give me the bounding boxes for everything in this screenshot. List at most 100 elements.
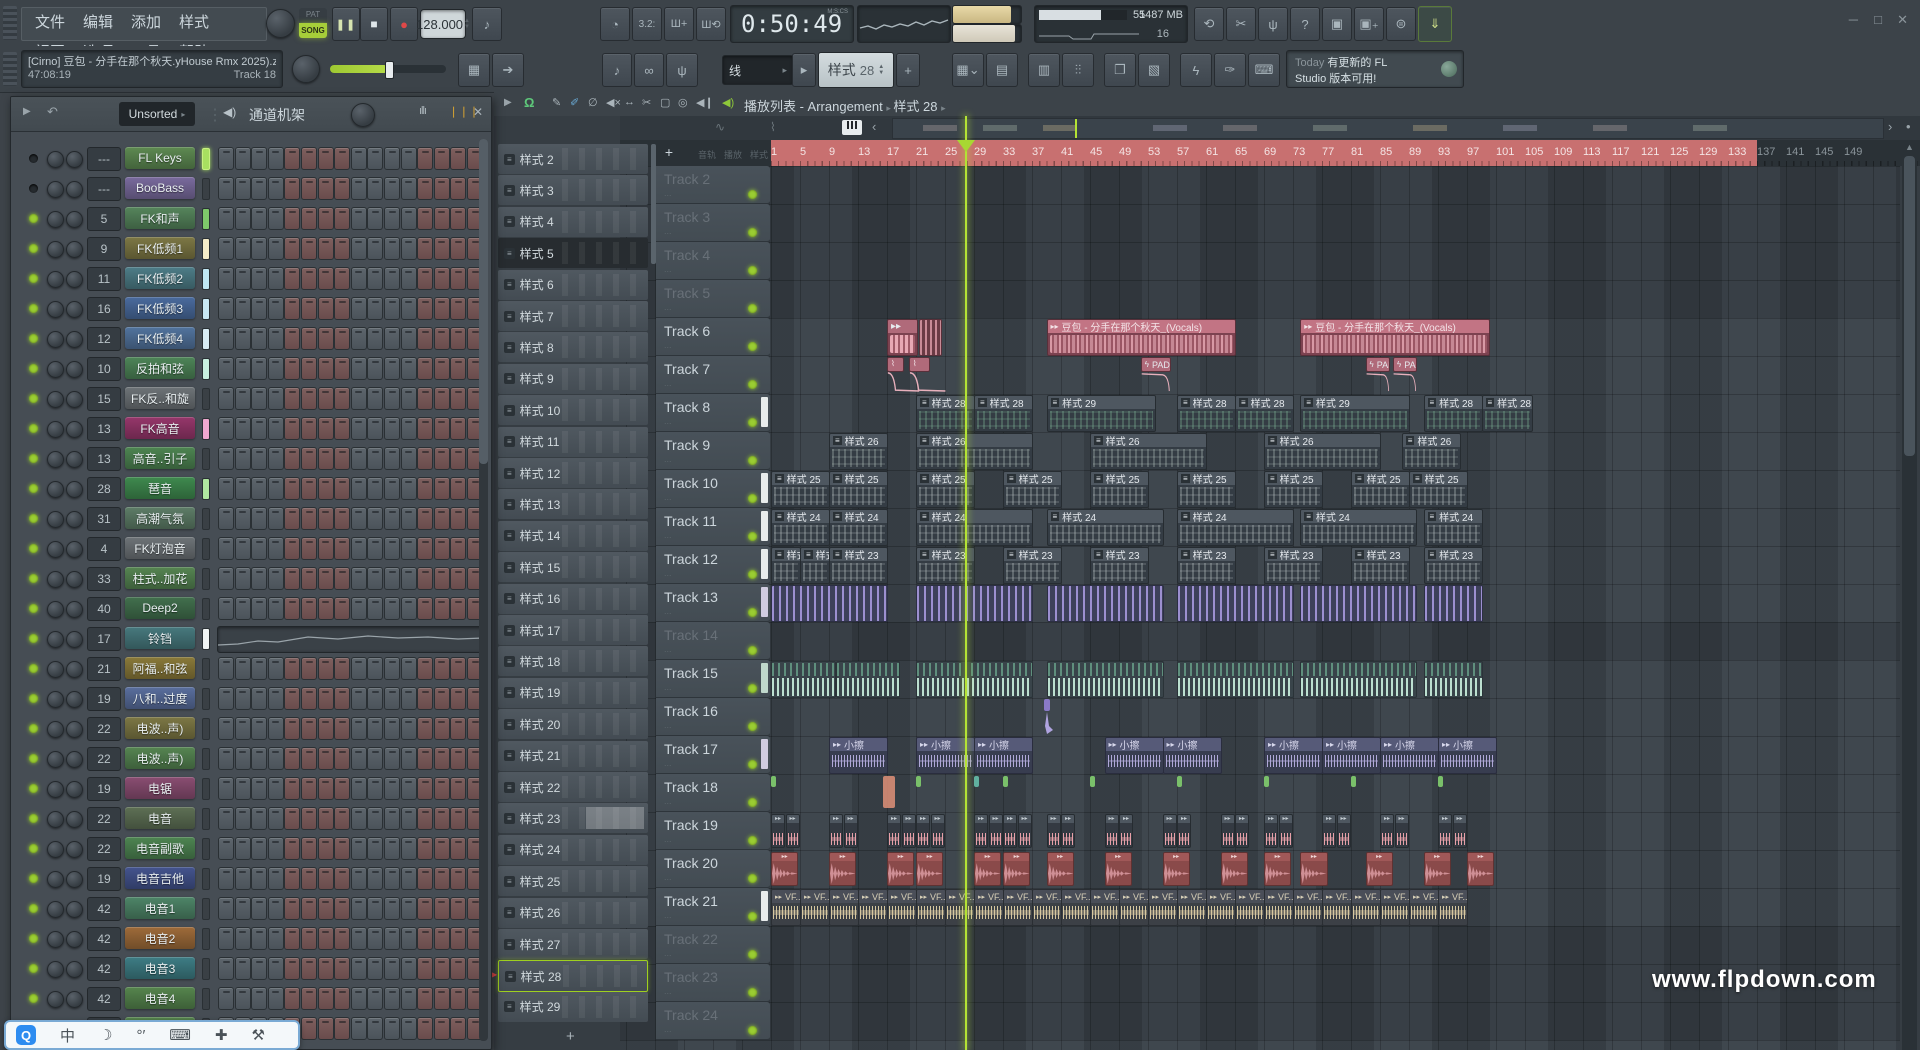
- step-cell[interactable]: [218, 837, 234, 860]
- channel-mute-led[interactable]: [29, 454, 38, 463]
- step-cell[interactable]: [401, 687, 417, 710]
- picker-item[interactable]: ≡样式 16: [498, 584, 648, 614]
- pattern-clip[interactable]: ≡样式 24: [771, 509, 830, 546]
- step-cell[interactable]: [218, 567, 234, 590]
- channel-select-strip[interactable]: [202, 328, 210, 350]
- step-cell[interactable]: [401, 747, 417, 770]
- step-cell[interactable]: [417, 387, 433, 410]
- channel-button[interactable]: FK灯泡音: [125, 537, 195, 559]
- step-cell[interactable]: [334, 237, 350, 260]
- track-menu-dots[interactable]: ...: [664, 340, 672, 350]
- channel-button[interactable]: 电波..声): [125, 747, 195, 769]
- channel-pan-knob[interactable]: [47, 721, 64, 738]
- zoom-tool-icon[interactable]: ◎: [678, 96, 688, 109]
- step-cell[interactable]: [268, 957, 284, 980]
- channel-pan-knob[interactable]: [47, 331, 64, 348]
- rack-swing-knob[interactable]: [351, 103, 375, 127]
- step-cell[interactable]: [268, 177, 284, 200]
- channel-pan-knob[interactable]: [47, 391, 64, 408]
- step-cell[interactable]: [284, 747, 300, 770]
- channel-button[interactable]: FL Keys: [125, 147, 195, 169]
- step-cell[interactable]: [268, 717, 284, 740]
- channel-mute-led[interactable]: [29, 934, 38, 943]
- channel-target-display[interactable]: 22: [87, 807, 121, 831]
- channel-button[interactable]: 琶音: [125, 477, 195, 499]
- step-cell[interactable]: [434, 147, 450, 170]
- step-cell[interactable]: [434, 597, 450, 620]
- step-cell[interactable]: [450, 507, 466, 530]
- channel-mute-led[interactable]: [29, 484, 38, 493]
- track-header[interactable]: Track 21...: [656, 888, 770, 926]
- step-cell[interactable]: [401, 507, 417, 530]
- step-cell[interactable]: [284, 387, 300, 410]
- step-cell[interactable]: [434, 687, 450, 710]
- teal-stripe-clip[interactable]: [1424, 661, 1483, 698]
- channel-button[interactable]: 电音4: [125, 987, 195, 1009]
- track-name[interactable]: Track 11: [664, 513, 717, 529]
- mini-clip[interactable]: [1264, 776, 1269, 787]
- pattern-clip[interactable]: ≡样式 24: [1047, 509, 1164, 546]
- channel-volume-knob[interactable]: [66, 241, 83, 258]
- step-cell[interactable]: [284, 297, 300, 320]
- stab-clip[interactable]: ▸▸: [1395, 814, 1409, 848]
- step-cell[interactable]: [334, 777, 350, 800]
- input-method-toolbar[interactable]: Q 中☽°′⌨✚⚒: [4, 1020, 300, 1050]
- step-cell[interactable]: [417, 717, 433, 740]
- step-cell[interactable]: [235, 567, 251, 590]
- step-cell[interactable]: [384, 927, 400, 950]
- step-cell[interactable]: [367, 567, 383, 590]
- step-cell[interactable]: [351, 147, 367, 170]
- step-cell[interactable]: [351, 267, 367, 290]
- step-cell[interactable]: [367, 957, 383, 980]
- channel-select-strip[interactable]: [202, 298, 210, 320]
- step-cell[interactable]: [417, 357, 433, 380]
- track-mute-led[interactable]: [748, 950, 757, 959]
- track-name[interactable]: Track 12: [664, 551, 718, 567]
- step-cell[interactable]: [450, 597, 466, 620]
- step-cell[interactable]: [334, 657, 350, 680]
- step-cell[interactable]: [401, 597, 417, 620]
- vf-sample-clip[interactable]: ▸▸VF..7: [1090, 889, 1120, 926]
- pattern-clip[interactable]: ≡样式 28: [1235, 395, 1294, 432]
- track-menu-dots[interactable]: ...: [664, 606, 672, 616]
- picker-item[interactable]: ≡样式 6: [498, 270, 648, 300]
- pad-automation-clip[interactable]: ϟPAD_量: [1141, 357, 1171, 372]
- step-cell[interactable]: [284, 537, 300, 560]
- step-cell[interactable]: [235, 867, 251, 890]
- channel-volume-knob[interactable]: [66, 811, 83, 828]
- step-cell[interactable]: [334, 297, 350, 320]
- channel-target-display[interactable]: 13: [87, 417, 121, 441]
- snap-magnet-icon[interactable]: Ω: [524, 95, 534, 110]
- slice-tool-icon[interactable]: ✂: [642, 96, 651, 109]
- step-cell[interactable]: [268, 147, 284, 170]
- vf-sample-clip[interactable]: ▸▸VF..7: [1032, 889, 1062, 926]
- channel-button[interactable]: 电音2: [125, 927, 195, 949]
- sample-clip[interactable]: ▸▸小擦: [1322, 737, 1381, 774]
- track-header[interactable]: Track 15...: [656, 660, 770, 698]
- step-cell[interactable]: [218, 867, 234, 890]
- track-menu-dots[interactable]: ...: [664, 758, 672, 768]
- channel-select-strip[interactable]: [202, 508, 210, 530]
- vf-sample-clip[interactable]: ▸▸VF..7: [800, 889, 830, 926]
- track-mute-led[interactable]: [748, 684, 757, 693]
- step-cell[interactable]: [235, 507, 251, 530]
- pattern-clip[interactable]: ≡样式 25: [771, 471, 830, 508]
- step-cell[interactable]: [434, 237, 450, 260]
- channel-volume-knob[interactable]: [66, 931, 83, 948]
- step-cell[interactable]: [367, 147, 383, 170]
- vf-sample-clip[interactable]: ▸▸VF..7: [1003, 889, 1033, 926]
- step-cell[interactable]: [284, 567, 300, 590]
- step-cell[interactable]: [318, 897, 334, 920]
- mini-clip[interactable]: [1438, 776, 1443, 787]
- step-cell[interactable]: [218, 927, 234, 950]
- track-menu-dots[interactable]: ...: [664, 872, 672, 882]
- sample-clip[interactable]: ▸▸小擦: [829, 737, 888, 774]
- step-cell[interactable]: [301, 597, 317, 620]
- step-cell[interactable]: [301, 897, 317, 920]
- picker-item[interactable]: ≡样式 26: [498, 898, 648, 928]
- track-name[interactable]: Track 7: [664, 361, 710, 377]
- step-cell[interactable]: [417, 837, 433, 860]
- step-cell[interactable]: [334, 207, 350, 230]
- step-cell[interactable]: [218, 747, 234, 770]
- stab-clip[interactable]: ▸▸: [844, 814, 858, 848]
